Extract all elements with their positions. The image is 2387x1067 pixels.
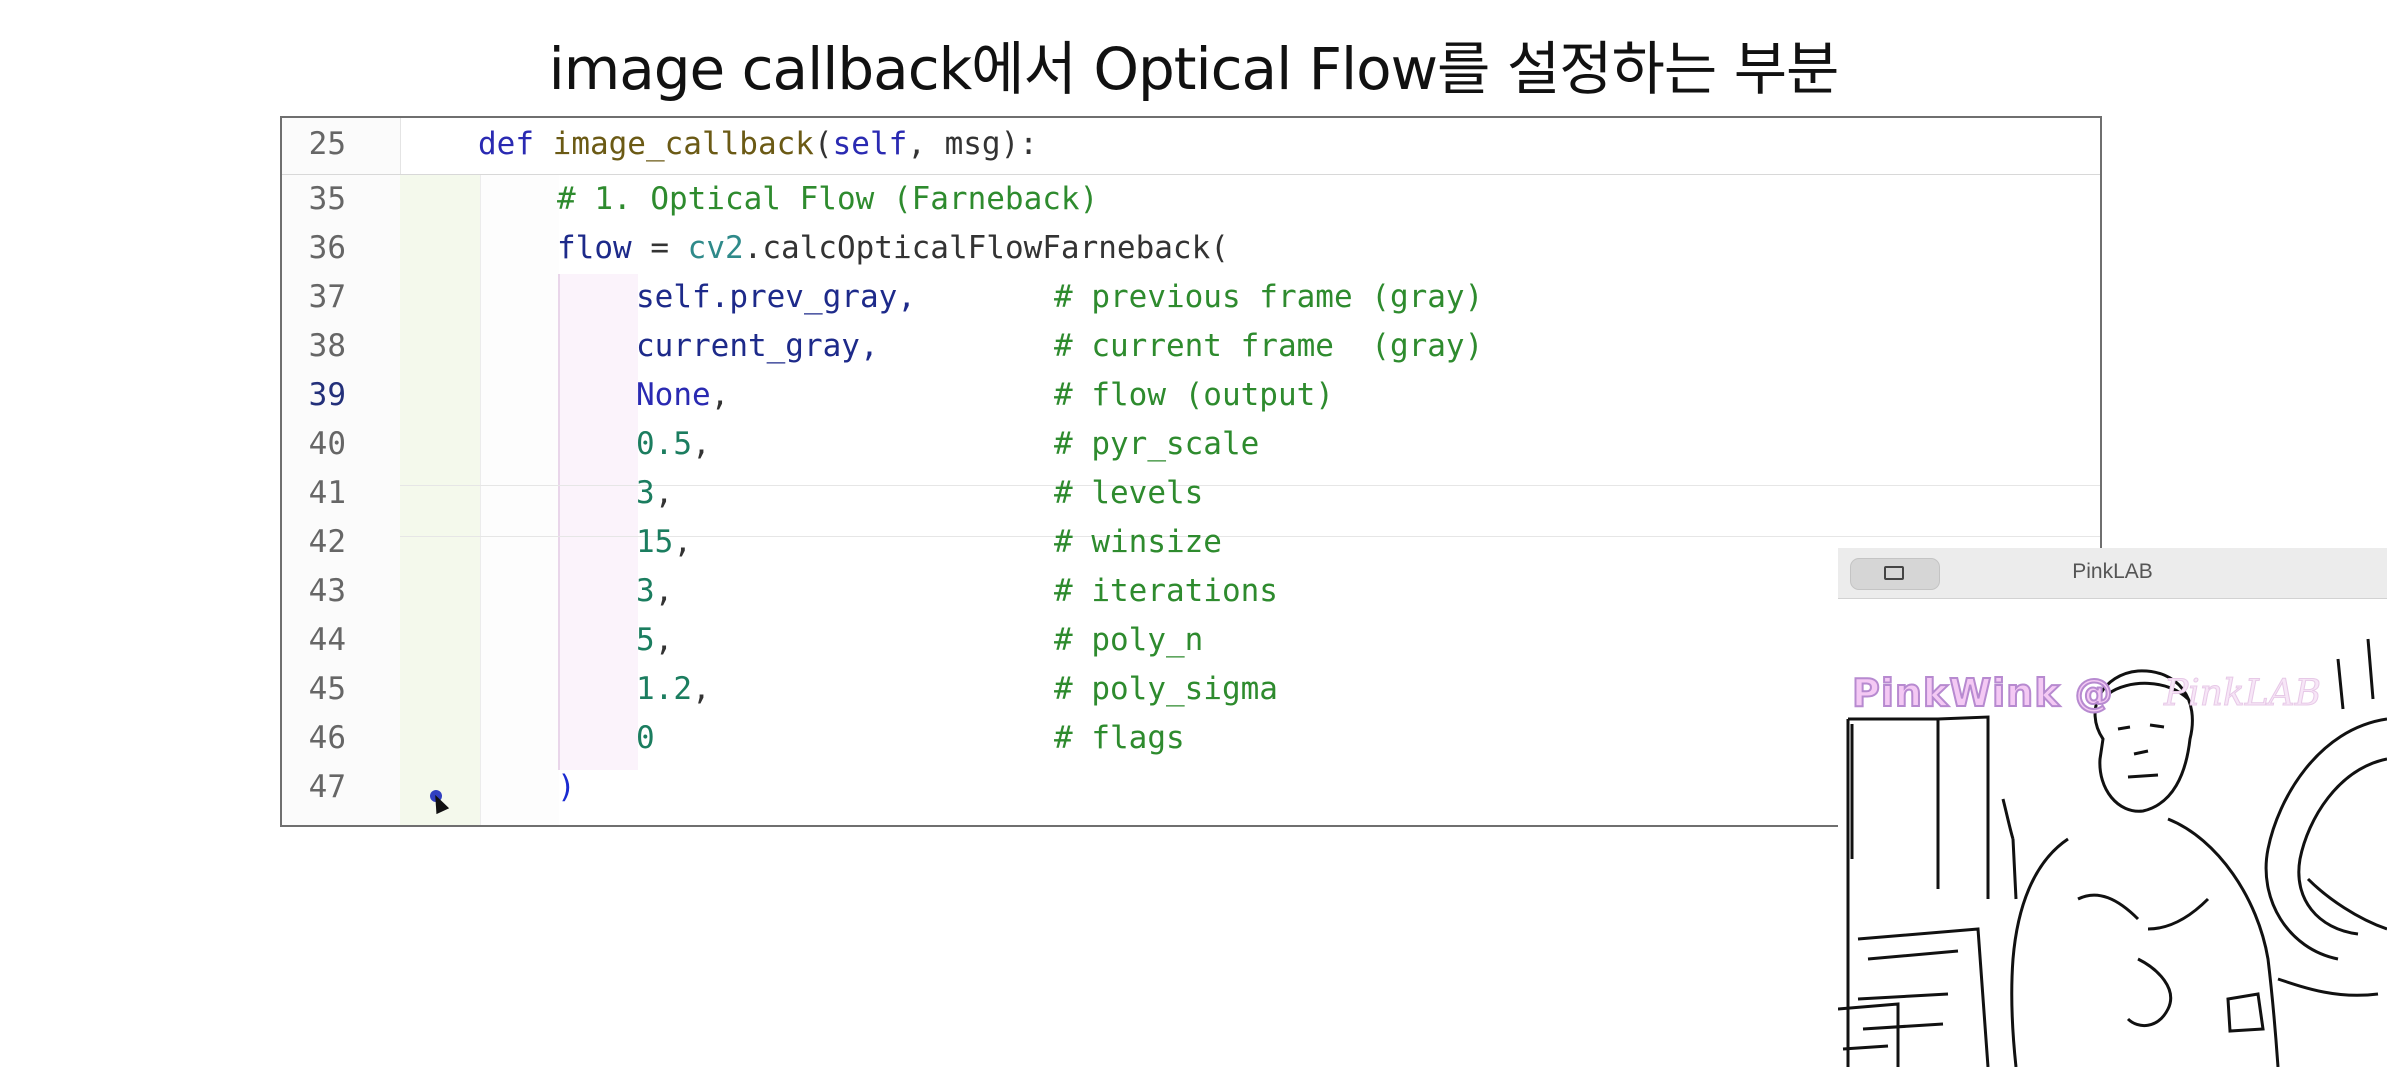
code-token: , bbox=[654, 622, 674, 658]
webcam-title: PinkLAB bbox=[2072, 560, 2153, 583]
code-token: self.prev_gray, bbox=[636, 279, 916, 315]
code-token: 3 bbox=[636, 573, 655, 609]
line-number: 35 bbox=[308, 181, 346, 217]
code-token: , bbox=[673, 524, 692, 560]
slide-title: image callback에서 Optical Flow를 설정하는 부분 bbox=[548, 35, 1840, 103]
code-token: , bbox=[692, 426, 711, 462]
code-token: 3 bbox=[636, 475, 655, 511]
code-text: 0.5, bbox=[636, 420, 711, 469]
code-token: None bbox=[636, 377, 711, 413]
code-token: ( bbox=[813, 126, 833, 162]
code-token: # 1. Optical Flow (Farneback) bbox=[557, 181, 1099, 217]
line-number: 38 bbox=[308, 328, 346, 364]
code-text: ) bbox=[557, 763, 576, 812]
webcam-window[interactable]: PinkLAB PinkWink @ PinkLAB bbox=[1838, 548, 2387, 1067]
watermark-logo-text: PinkLAB bbox=[2163, 673, 2322, 715]
code-line[interactable]: 39 None, # flow (output) bbox=[282, 371, 2082, 420]
code-text: # 1. Optical Flow (Farneback) bbox=[557, 175, 1098, 224]
code-line[interactable]: 37 self.prev_gray, # previous frame (gray) bbox=[282, 273, 2082, 322]
line-number: 44 bbox=[308, 622, 346, 658]
code-token: def bbox=[478, 126, 553, 162]
code-token: ) bbox=[557, 769, 576, 805]
code-editor[interactable]: 25 def image_callback(self, msg): 35 # 1. O… bbox=[280, 116, 2102, 827]
code-comment: # pyr_scale bbox=[1054, 426, 1260, 462]
line-number: 40 bbox=[308, 426, 346, 462]
code-text: flow = cv2.calcOpticalFlowFarneback( bbox=[557, 224, 1229, 273]
code-comment: # current frame (gray) bbox=[1054, 328, 1484, 364]
line-number: 46 bbox=[308, 720, 346, 756]
code-comment: # flags bbox=[1054, 720, 1185, 756]
code-token: 15 bbox=[636, 524, 674, 560]
watermark-text: PinkWink @ bbox=[1851, 670, 2114, 716]
code-text: 1.2, bbox=[636, 665, 711, 714]
code-text: 0 bbox=[636, 714, 655, 763]
line-number: 42 bbox=[308, 524, 346, 560]
code-text: 3, bbox=[636, 469, 673, 518]
line-number: 47 bbox=[308, 769, 346, 805]
code-token: 1.2 bbox=[636, 671, 692, 707]
line-number: 36 bbox=[308, 230, 346, 266]
code-line[interactable]: 35 # 1. Optical Flow (Farneback) bbox=[282, 175, 2082, 224]
code-token: cv2 bbox=[687, 230, 744, 266]
line-number: 37 bbox=[308, 279, 346, 315]
code-token: .calcOpticalFlowFarneback( bbox=[743, 230, 1229, 266]
line-number: 45 bbox=[308, 671, 346, 707]
code-token: , bbox=[692, 671, 711, 707]
code-token: 5 bbox=[636, 622, 655, 658]
edge-detected-video-frame bbox=[1838, 638, 2387, 1067]
webcam-edge-view: PinkWink @ PinkLAB bbox=[1838, 599, 2387, 1067]
code-line[interactable]: 46 0 # flags bbox=[282, 714, 2082, 763]
code-token: , bbox=[654, 573, 674, 609]
code-comment: # previous frame (gray) bbox=[1054, 279, 1484, 315]
code-text: 15, bbox=[636, 518, 692, 567]
code-text: 5, bbox=[636, 616, 673, 665]
code-line[interactable]: 36 flow = cv2.calcOpticalFlowFarneback( bbox=[282, 224, 2082, 273]
code-line[interactable]: 38 current_gray, # current frame (gray) bbox=[282, 322, 2082, 371]
code-text: 3, bbox=[636, 567, 673, 616]
code-comment: # poly_n bbox=[1054, 622, 1204, 658]
code-token: = bbox=[631, 230, 688, 266]
code-line[interactable]: 47) bbox=[282, 763, 2082, 812]
code-line[interactable]: 40 0.5, # pyr_scale bbox=[282, 420, 2082, 469]
line-number: 39 bbox=[308, 377, 346, 413]
code-line[interactable]: 43 3, # iterations bbox=[282, 567, 2082, 616]
code-text: def image_callback(self, msg): bbox=[478, 120, 1038, 169]
code-comment: # iterations bbox=[1054, 573, 1278, 609]
code-comment: # flow (output) bbox=[1054, 377, 1334, 413]
webcam-titlebar[interactable]: PinkLAB bbox=[1838, 548, 2387, 599]
code-line[interactable]: 41 3, # levels bbox=[282, 469, 2082, 518]
code-text: current_gray, bbox=[636, 322, 879, 371]
line-number: 41 bbox=[308, 475, 346, 511]
code-comment: # levels bbox=[1054, 475, 1204, 511]
line-number: 43 bbox=[308, 573, 346, 609]
code-comment: # winsize bbox=[1054, 524, 1222, 560]
code-line[interactable]: 44 5, # poly_n bbox=[282, 616, 2082, 665]
line-number: 25 bbox=[308, 126, 346, 162]
code-token: , msg): bbox=[907, 126, 1038, 162]
code-token: image_callback bbox=[552, 126, 814, 162]
code-token: flow bbox=[557, 230, 632, 266]
code-text: self.prev_gray, bbox=[636, 273, 916, 322]
code-line[interactable]: 45 1.2, # poly_sigma bbox=[282, 665, 2082, 714]
code-token: current_gray, bbox=[636, 328, 879, 364]
code-comment: # poly_sigma bbox=[1054, 671, 1278, 707]
code-line[interactable]: 42 15, # winsize bbox=[282, 518, 2082, 567]
code-token: , bbox=[710, 377, 730, 413]
code-token: , bbox=[654, 475, 674, 511]
code-token: 0.5 bbox=[636, 426, 692, 462]
code-token: 0 bbox=[636, 720, 655, 756]
code-text: None, bbox=[636, 371, 729, 420]
code-line[interactable]: 25 def image_callback(self, msg): bbox=[282, 120, 2082, 169]
code-token: self bbox=[832, 126, 908, 162]
